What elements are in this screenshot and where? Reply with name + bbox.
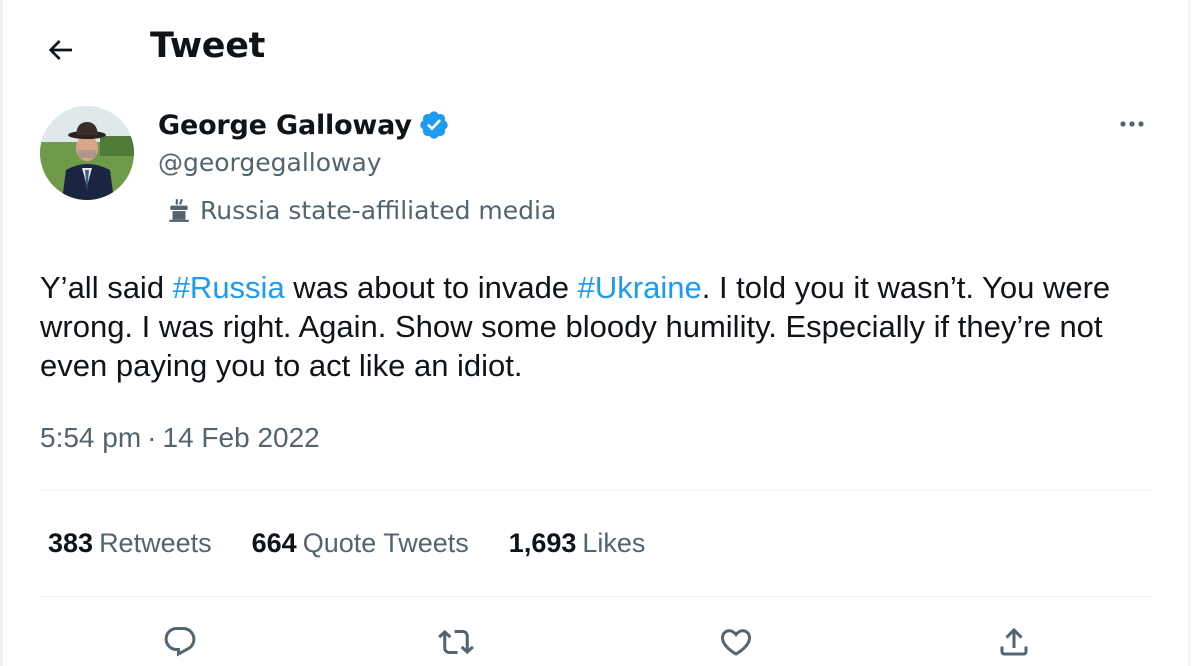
- more-options-icon[interactable]: [1112, 108, 1152, 140]
- avatar-image: [40, 106, 134, 200]
- quote-tweets-label: Quote Tweets: [302, 527, 469, 558]
- divider: [40, 490, 1154, 491]
- separator-dot: ·: [147, 422, 157, 453]
- retweets-label: Retweets: [99, 527, 212, 558]
- like-icon[interactable]: [718, 624, 754, 660]
- tweet-time[interactable]: 5:54 pm: [40, 422, 141, 454]
- hashtag-ukraine-link[interactable]: #Ukraine: [578, 270, 702, 305]
- author-info: George Galloway @georgegalloway: [158, 106, 450, 180]
- tweet-text-segment: was about to invade: [284, 270, 578, 305]
- action-bar: [0, 616, 1180, 666]
- engagement-stats: 383 Retweets 664 Quote Tweets 1,693 Likes: [48, 522, 685, 564]
- page-header: Tweet: [0, 22, 1180, 76]
- back-arrow-icon[interactable]: [44, 34, 76, 66]
- display-name[interactable]: George Galloway: [158, 110, 412, 141]
- likes-label: Likes: [582, 527, 646, 558]
- podium-icon: [169, 198, 189, 222]
- retweet-icon[interactable]: [438, 624, 474, 660]
- share-icon[interactable]: [996, 624, 1032, 660]
- divider: [40, 596, 1154, 597]
- state-media-label[interactable]: Russia state-affiliated media: [166, 192, 556, 228]
- right-border: [1188, 0, 1190, 666]
- likes-count: 1,693: [508, 527, 577, 558]
- state-media-label-text: Russia state-affiliated media: [200, 195, 557, 225]
- hashtag-russia-link[interactable]: #Russia: [173, 270, 285, 305]
- quote-tweets-count: 664: [251, 527, 297, 558]
- tweet-text-segment: Y’all said: [40, 270, 173, 305]
- page-title: Tweet: [150, 26, 266, 66]
- verified-badge-icon[interactable]: [418, 109, 450, 141]
- quote-tweets-stat[interactable]: 664 Quote Tweets: [252, 528, 469, 559]
- left-border: [0, 0, 3, 666]
- avatar[interactable]: [40, 106, 134, 200]
- likes-stat[interactable]: 1,693 Likes: [509, 528, 646, 559]
- display-name-row: George Galloway: [158, 106, 450, 144]
- reply-icon[interactable]: [162, 624, 198, 660]
- user-handle[interactable]: @georgegalloway: [158, 148, 450, 180]
- timestamp: 5:54 pm · 14 Feb 2022: [40, 418, 320, 458]
- tweet-text: Y’all said #Russia was about to invade #…: [40, 268, 1160, 385]
- retweets-count: 383: [48, 527, 94, 558]
- retweets-stat[interactable]: 383 Retweets: [48, 528, 212, 559]
- tweet-date[interactable]: 14 Feb 2022: [163, 422, 320, 454]
